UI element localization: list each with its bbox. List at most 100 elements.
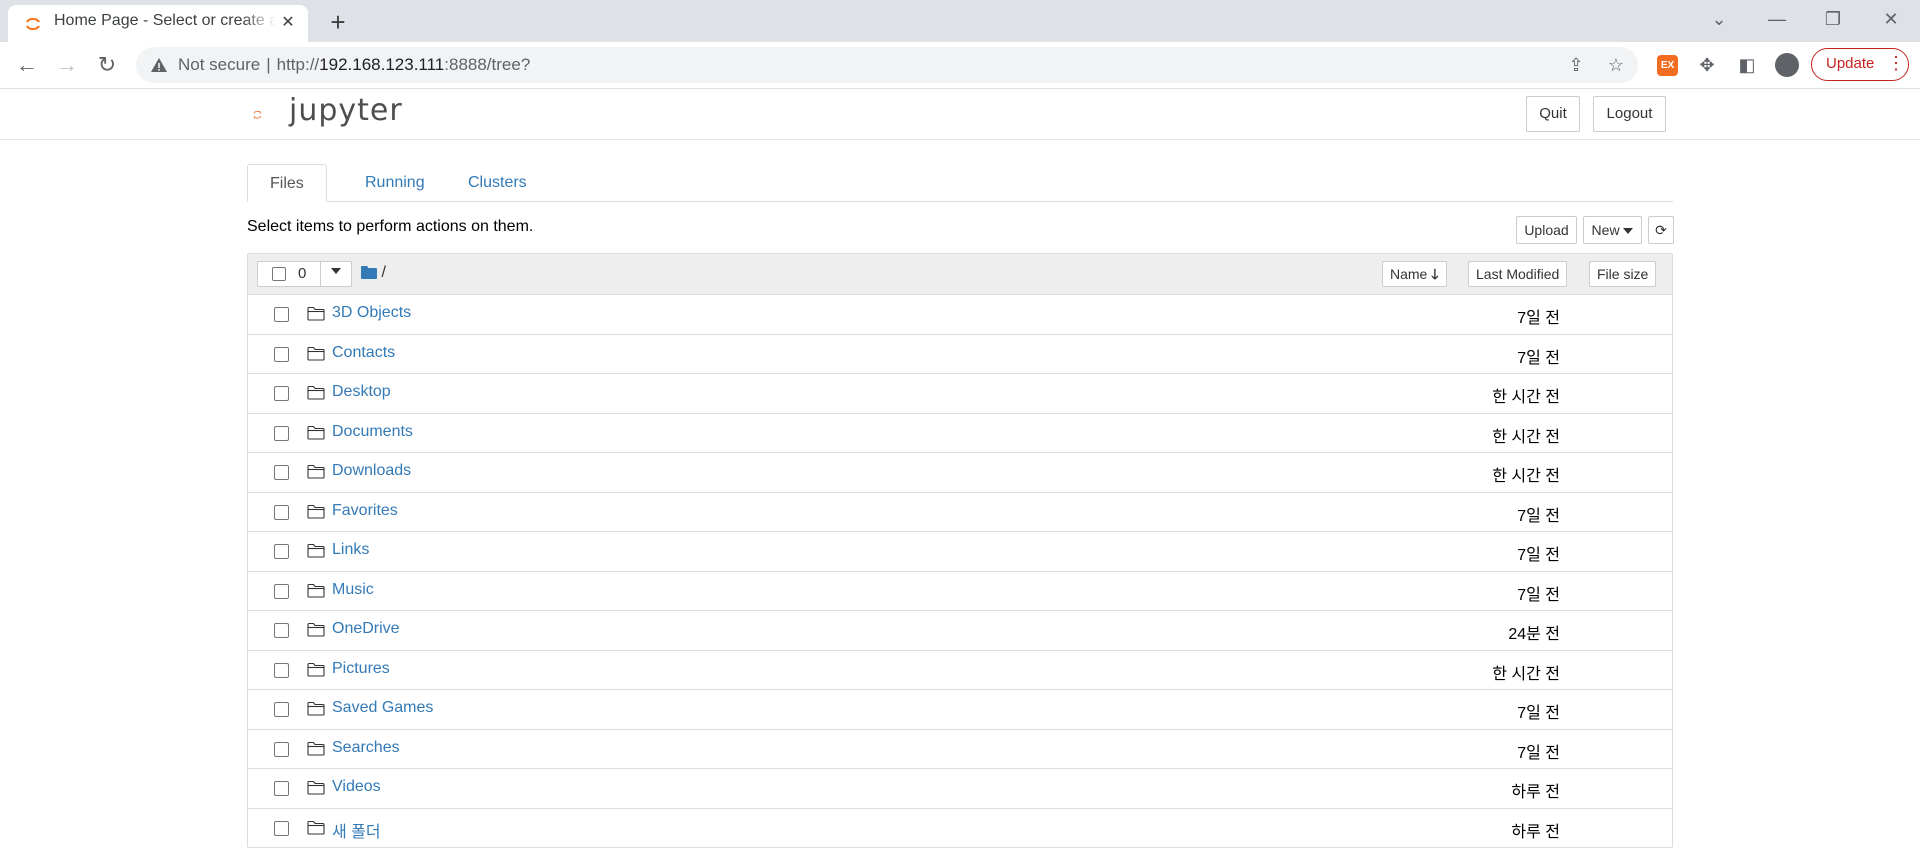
item-checkbox[interactable] xyxy=(274,741,289,757)
tab-clusters[interactable]: Clusters xyxy=(446,164,549,201)
item-modified: 7일 전 xyxy=(1517,349,1560,367)
list-item[interactable]: 3D Objects 7일 전 xyxy=(248,295,1672,335)
folder-home-icon[interactable] xyxy=(361,265,377,279)
list-item[interactable]: Downloads 한 시간 전 xyxy=(248,453,1672,493)
item-name-link[interactable]: Documents xyxy=(332,423,413,441)
list-item[interactable]: Desktop 한 시간 전 xyxy=(248,374,1672,414)
list-item[interactable]: Documents 한 시간 전 xyxy=(248,414,1672,453)
url-host: 192.168.123.111 xyxy=(319,55,445,74)
folder-icon xyxy=(307,306,325,321)
folder-icon xyxy=(307,662,325,677)
reload-icon[interactable]: ↻ xyxy=(90,48,124,82)
folder-icon xyxy=(307,622,325,637)
item-name-link[interactable]: Contacts xyxy=(332,344,395,362)
quit-button[interactable]: Quit xyxy=(1526,96,1580,132)
item-name-link[interactable]: Links xyxy=(332,541,369,559)
item-checkbox[interactable] xyxy=(274,820,289,836)
arrow-down-icon: 🡓 xyxy=(1431,266,1439,282)
chevron-down-icon xyxy=(331,267,341,274)
item-modified: 하루 전 xyxy=(1511,784,1560,801)
item-modified: 한 시간 전 xyxy=(1492,665,1560,683)
browser-tab[interactable]: Home Page - Select or create a notebook … xyxy=(8,5,308,42)
list-item[interactable]: OneDrive 24분 전 xyxy=(248,611,1672,651)
warning-icon xyxy=(151,58,167,72)
item-name-link[interactable]: Music xyxy=(332,581,374,599)
refresh-button[interactable]: ⟳ xyxy=(1648,216,1674,244)
tab-search-icon[interactable]: ⌄ xyxy=(1699,4,1739,34)
item-checkbox[interactable] xyxy=(274,702,289,717)
tab-running[interactable]: Running xyxy=(343,164,447,201)
forward-icon[interactable]: → xyxy=(50,48,84,82)
item-name-link[interactable]: Favorites xyxy=(332,502,398,520)
select-dropdown-button[interactable] xyxy=(320,261,352,287)
restore-icon[interactable]: ❐ xyxy=(1813,4,1853,34)
close-tab-icon[interactable]: ✕ xyxy=(278,13,298,33)
item-checkbox[interactable] xyxy=(274,346,289,362)
jupyter-logo-text[interactable]: jupyter xyxy=(289,93,403,128)
sort-name-label: Name xyxy=(1390,266,1428,282)
list-item[interactable]: Contacts 7일 전 xyxy=(248,335,1672,374)
new-dropdown-button[interactable]: New xyxy=(1583,216,1642,244)
url-scheme: http:// xyxy=(276,55,320,74)
new-tab-icon[interactable]: + xyxy=(324,9,352,37)
profile-avatar-icon[interactable] xyxy=(1775,53,1799,77)
share-icon[interactable]: ⇪ xyxy=(1564,53,1588,77)
jupyter-logo-icon[interactable] xyxy=(253,95,289,135)
logout-button[interactable]: Logout xyxy=(1593,96,1666,132)
minimize-icon[interactable]: — xyxy=(1757,4,1797,34)
item-checkbox[interactable] xyxy=(274,623,289,638)
item-checkbox[interactable] xyxy=(274,465,289,480)
item-checkbox[interactable] xyxy=(274,307,289,322)
list-item[interactable]: Videos 하루 전 xyxy=(248,769,1672,809)
item-name-link[interactable]: 새 폴더 xyxy=(332,818,381,842)
item-name-link[interactable]: Downloads xyxy=(332,462,411,480)
item-checkbox[interactable] xyxy=(274,386,289,401)
folder-icon xyxy=(307,780,325,795)
extensions-puzzle-icon[interactable]: ✥ xyxy=(1691,49,1723,81)
update-label: Update xyxy=(1826,55,1875,72)
security-label[interactable]: Not secure xyxy=(178,55,260,74)
breadcrumb-root[interactable]: / xyxy=(381,264,385,281)
bookmark-star-icon[interactable]: ☆ xyxy=(1604,53,1628,77)
item-checkbox[interactable] xyxy=(274,544,289,559)
side-panel-icon[interactable]: ◧ xyxy=(1731,49,1763,81)
item-checkbox[interactable] xyxy=(274,781,289,796)
folder-icon xyxy=(307,701,325,716)
item-name-link[interactable]: Saved Games xyxy=(332,699,433,717)
back-icon[interactable]: ← xyxy=(10,48,44,82)
list-item[interactable]: Searches 7일 전 xyxy=(248,730,1672,769)
list-item[interactable]: Links 7일 전 xyxy=(248,532,1672,572)
list-item[interactable]: Favorites 7일 전 xyxy=(248,493,1672,532)
item-name-link[interactable]: 3D Objects xyxy=(332,304,411,322)
sort-modified-button[interactable]: Last Modified xyxy=(1468,261,1568,287)
select-all-checkbox[interactable] xyxy=(272,267,286,281)
breadcrumb[interactable]: / xyxy=(361,264,386,282)
folder-icon xyxy=(307,346,325,361)
item-name-link[interactable]: OneDrive xyxy=(332,620,400,638)
item-checkbox[interactable] xyxy=(274,583,289,599)
jupyter-header: jupyter Quit Logout xyxy=(0,89,1920,140)
item-name-link[interactable]: Videos xyxy=(332,778,381,796)
file-list-header: 0 / Name 🡓 Last Modified File size xyxy=(248,254,1672,295)
sort-size-button[interactable]: File size xyxy=(1589,261,1657,287)
sort-name-button[interactable]: Name 🡓 xyxy=(1382,261,1447,287)
list-item[interactable]: Music 7일 전 xyxy=(248,572,1672,611)
select-all-button[interactable]: 0 xyxy=(257,261,321,287)
item-checkbox[interactable] xyxy=(274,425,289,441)
item-modified: 7일 전 xyxy=(1517,744,1560,762)
address-bar[interactable]: Not secure | http://192.168.123.111:8888/t… xyxy=(136,47,1638,83)
extension-ex-icon[interactable]: EX xyxy=(1657,55,1678,76)
upload-button[interactable]: Upload xyxy=(1516,216,1577,244)
tab-files[interactable]: Files xyxy=(247,164,327,202)
close-window-icon[interactable]: ✕ xyxy=(1871,4,1911,34)
item-modified: 7일 전 xyxy=(1517,705,1560,722)
item-checkbox[interactable] xyxy=(274,662,289,678)
list-item[interactable]: 새 폴더 하루 전 xyxy=(248,809,1672,848)
item-name-link[interactable]: Searches xyxy=(332,739,400,757)
menu-kebab-icon[interactable]: ⋮ xyxy=(1887,48,1905,81)
list-item[interactable]: Saved Games 7일 전 xyxy=(248,690,1672,730)
item-name-link[interactable]: Desktop xyxy=(332,383,391,401)
item-name-link[interactable]: Pictures xyxy=(332,660,390,678)
list-item[interactable]: Pictures 한 시간 전 xyxy=(248,651,1672,690)
item-checkbox[interactable] xyxy=(274,504,289,520)
